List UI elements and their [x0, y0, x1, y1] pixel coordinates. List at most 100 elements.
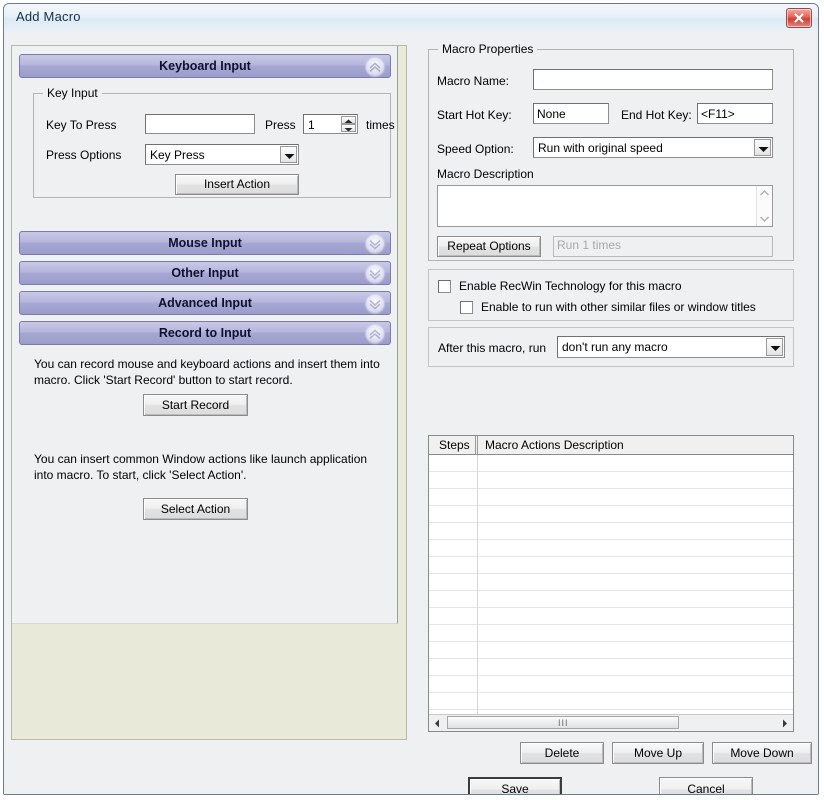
grid-header-row: Steps Macro Actions Description: [429, 436, 793, 455]
table-row[interactable]: [429, 608, 793, 625]
enable-similar-files-label: Enable to run with other similar files o…: [481, 300, 756, 314]
stepper-down-icon[interactable]: [341, 124, 356, 132]
dialog-client-area: Keyboard Input Key Input Key To Press Pr…: [4, 31, 818, 794]
thumb-grip: III: [558, 718, 569, 728]
press-options-select[interactable]: Key Press: [145, 144, 299, 165]
press-options-value: Key Press: [150, 148, 205, 162]
section-label: Keyboard Input: [159, 59, 251, 73]
macro-steps-grid[interactable]: Steps Macro Actions Description III: [428, 435, 794, 732]
table-row[interactable]: [429, 625, 793, 642]
recwin-options-panel: Enable RecWin Technology for this macro …: [428, 269, 794, 321]
scrollbar-thumb[interactable]: III: [447, 716, 679, 729]
enable-recwin-label: Enable RecWin Technology for this macro: [459, 279, 682, 293]
speed-option-select[interactable]: Run with original speed: [533, 137, 773, 158]
grid-horizontal-scrollbar[interactable]: III: [429, 714, 793, 731]
section-header-record-to-input[interactable]: Record to Input: [19, 321, 391, 345]
chevron-up-icon[interactable]: [366, 58, 384, 76]
table-row[interactable]: [429, 642, 793, 659]
press-options-label: Press Options: [46, 148, 122, 162]
select-action-button[interactable]: Select Action: [143, 498, 248, 520]
chevron-down-icon[interactable]: [366, 295, 384, 313]
table-row[interactable]: [429, 455, 793, 472]
section-label: Mouse Input: [168, 236, 242, 250]
press-label: Press: [265, 118, 296, 132]
column-header-steps[interactable]: Steps: [439, 438, 470, 452]
column-divider[interactable]: [477, 436, 478, 454]
chevron-down-icon[interactable]: [366, 235, 384, 253]
press-count-stepper[interactable]: 1: [303, 114, 358, 134]
table-row[interactable]: [429, 574, 793, 591]
window-title: Add Macro: [16, 9, 81, 24]
key-input-legend: Key Input: [43, 86, 102, 100]
chevron-down-icon[interactable]: [754, 139, 771, 156]
after-macro-select[interactable]: don't run any macro: [557, 336, 785, 358]
start-hot-key-input[interactable]: [533, 103, 609, 124]
move-up-button[interactable]: Move Up: [612, 742, 704, 764]
table-row[interactable]: [429, 540, 793, 557]
chevron-up-icon[interactable]: [366, 325, 384, 343]
cancel-button[interactable]: Cancel: [659, 777, 753, 794]
macro-properties-groupbox: Macro Properties Macro Name: Start Hot K…: [428, 42, 794, 261]
add-macro-dialog: Add Macro Keyboard Input Key Input Key T…: [3, 3, 819, 795]
section-header-keyboard-input[interactable]: Keyboard Input: [19, 54, 391, 78]
times-label: times: [366, 118, 395, 132]
repeat-summary-value: Run 1 times: [553, 236, 773, 257]
stepper-buttons[interactable]: [341, 116, 356, 132]
scroll-right-icon[interactable]: [777, 715, 793, 730]
repeat-options-button[interactable]: Repeat Options: [437, 236, 541, 257]
macro-properties-legend: Macro Properties: [438, 42, 538, 56]
macro-name-input[interactable]: [533, 69, 773, 90]
scroll-left-icon[interactable]: [429, 715, 445, 730]
key-input-groupbox: Key Input Key To Press Press 1 times Pre…: [33, 86, 395, 198]
delete-button[interactable]: Delete: [520, 742, 604, 764]
column-header-description[interactable]: Macro Actions Description: [485, 438, 624, 452]
input-sections-column: Keyboard Input Key Input Key To Press Pr…: [11, 45, 407, 740]
speed-option-label: Speed Option:: [437, 142, 514, 156]
end-hot-key-label: End Hot Key:: [621, 108, 692, 122]
macro-description-label: Macro Description: [437, 167, 534, 181]
table-row[interactable]: [429, 557, 793, 574]
enable-recwin-checkbox[interactable]: [438, 280, 451, 293]
column-divider[interactable]: [475, 436, 476, 454]
table-row[interactable]: [429, 472, 793, 489]
grid-body[interactable]: [429, 455, 793, 714]
after-macro-panel: After this macro, run don't run any macr…: [428, 327, 794, 367]
enable-similar-files-checkbox[interactable]: [460, 301, 473, 314]
chevron-down-icon[interactable]: [280, 146, 297, 163]
end-hot-key-input[interactable]: [697, 103, 773, 124]
description-scrollbar[interactable]: [756, 186, 772, 226]
table-row[interactable]: [429, 591, 793, 608]
table-row[interactable]: [429, 659, 793, 676]
section-label: Record to Input: [158, 326, 252, 340]
section-header-other-input[interactable]: Other Input: [19, 261, 391, 285]
key-to-press-input[interactable]: [145, 114, 255, 134]
start-record-button[interactable]: Start Record: [143, 394, 248, 416]
section-header-advanced-input[interactable]: Advanced Input: [19, 291, 391, 315]
scroll-up-icon[interactable]: [757, 186, 772, 200]
macro-description-field[interactable]: [437, 185, 773, 227]
chevron-down-icon[interactable]: [366, 265, 384, 283]
section-label: Advanced Input: [158, 296, 252, 310]
scroll-down-icon[interactable]: [757, 212, 772, 226]
after-macro-value: don't run any macro: [562, 340, 668, 354]
table-row[interactable]: [429, 506, 793, 523]
section-header-mouse-input[interactable]: Mouse Input: [19, 231, 391, 255]
after-macro-label: After this macro, run: [438, 341, 547, 355]
start-hot-key-label: Start Hot Key:: [437, 108, 512, 122]
table-row[interactable]: [429, 489, 793, 506]
move-down-button[interactable]: Move Down: [712, 742, 812, 764]
save-button[interactable]: Save: [468, 777, 562, 794]
macro-description-input[interactable]: [438, 186, 757, 226]
stepper-up-icon[interactable]: [341, 116, 356, 124]
table-row[interactable]: [429, 523, 793, 540]
record-instructions-text: You can record mouse and keyboard action…: [34, 357, 380, 387]
close-icon[interactable]: [786, 8, 812, 28]
macro-name-label: Macro Name:: [437, 74, 510, 88]
table-row[interactable]: [429, 676, 793, 693]
insert-action-button[interactable]: Insert Action: [175, 174, 299, 195]
grid-column-line: [477, 455, 478, 714]
table-row[interactable]: [429, 693, 793, 710]
input-sections-panel: Keyboard Input Key Input Key To Press Pr…: [12, 46, 398, 624]
title-bar: Add Macro: [4, 4, 818, 32]
chevron-down-icon[interactable]: [766, 338, 783, 356]
